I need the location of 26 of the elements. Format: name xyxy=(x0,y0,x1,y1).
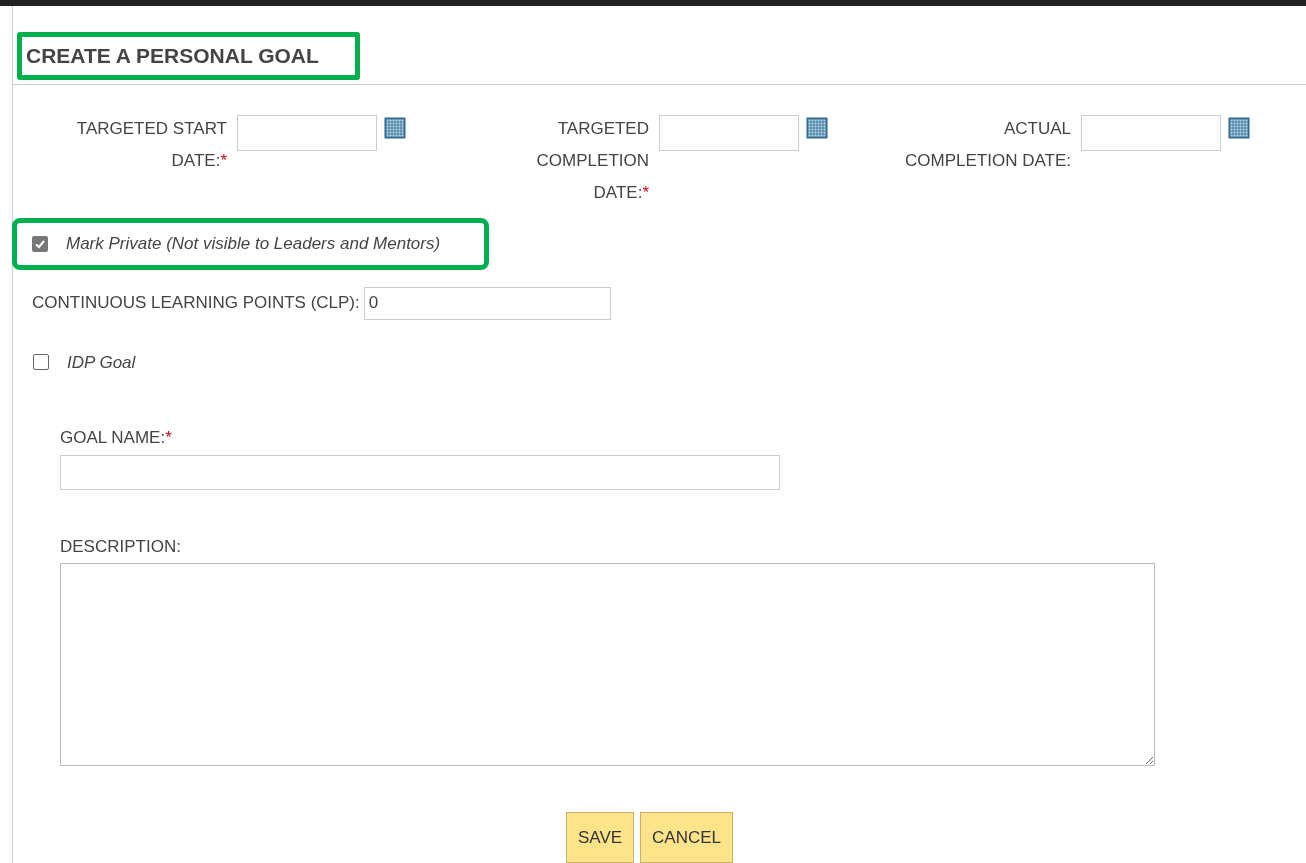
goal-name-label: GOAL NAME:* xyxy=(60,427,173,449)
description-field[interactable] xyxy=(60,563,1155,766)
checkbox[interactable] xyxy=(33,354,49,371)
calendar-icon[interactable] xyxy=(1228,117,1250,139)
checkbox[interactable] xyxy=(32,235,48,252)
date-field[interactable] xyxy=(237,115,377,151)
clp-label: CONTINUOUS LEARNING POINTS (CLP): xyxy=(32,292,360,315)
date-label: TARGETED COMPLETION DATE:* xyxy=(535,118,649,204)
idp-goal-label: IDP Goal xyxy=(67,351,136,374)
mark-private-option[interactable]: Mark Private (Not visible to Leaders and Mentors) xyxy=(17,223,485,265)
date-label: TARGETED START DATE:* xyxy=(75,118,227,172)
cancel-button[interactable]: CANCEL xyxy=(640,812,734,863)
required-asterisk: * xyxy=(220,151,227,170)
required-asterisk: * xyxy=(642,183,649,202)
clp-field[interactable]: 0 xyxy=(363,286,611,320)
calendar-icon[interactable] xyxy=(384,117,406,139)
description-label: DESCRIPTION: xyxy=(60,535,182,558)
mark-private-label: Mark Private (Not visible to Leaders and Mentors) xyxy=(66,233,441,255)
date-field[interactable] xyxy=(659,115,799,151)
save-button[interactable]: SAVE xyxy=(565,812,635,863)
required-asterisk: * xyxy=(165,428,172,447)
page-title: CREATE A PERSONAL GOAL xyxy=(26,43,319,69)
date-label: ACTUAL COMPLETION DATE: xyxy=(904,118,1071,172)
goal-name-field[interactable] xyxy=(60,454,780,490)
date-field[interactable] xyxy=(1081,115,1221,151)
calendar-icon[interactable] xyxy=(806,117,828,139)
